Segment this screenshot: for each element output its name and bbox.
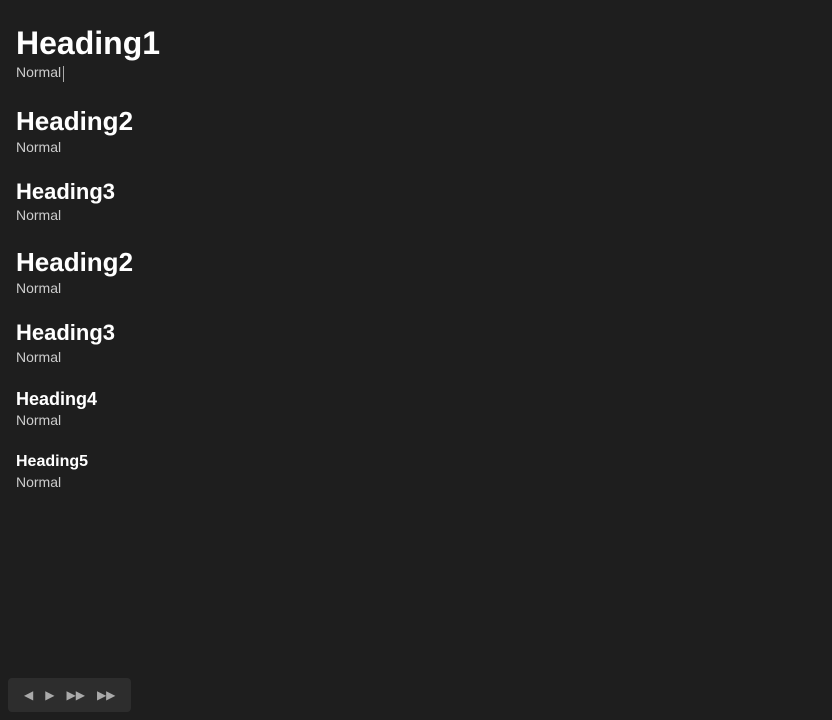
- normal-label-heading1: Normal: [16, 64, 816, 81]
- toolbar-forward-button[interactable]: ▶: [41, 686, 58, 704]
- heading-item-heading3a: Heading3 Normal: [16, 171, 816, 235]
- heading-text-heading5[interactable]: Heading5: [16, 444, 816, 471]
- heading-text-heading3a[interactable]: Heading3: [16, 171, 816, 205]
- normal-label-heading5: Normal: [16, 474, 816, 490]
- heading-item-heading3b: Heading3 Normal: [16, 312, 816, 376]
- heading-item-heading1: Heading1 Normal: [16, 16, 816, 94]
- normal-label-heading2a: Normal: [16, 139, 816, 155]
- text-cursor: [63, 66, 64, 82]
- normal-label-heading2b: Normal: [16, 280, 816, 296]
- heading-item-heading5: Heading5 Normal: [16, 444, 816, 501]
- normal-label-heading3a: Normal: [16, 207, 816, 223]
- toolbar-back-button[interactable]: ◀: [20, 686, 37, 704]
- heading-item-heading2a: Heading2 Normal: [16, 98, 816, 167]
- content-list: Heading1 Normal Heading2 Normal Heading3 Norm…: [16, 16, 816, 506]
- heading-text-heading1[interactable]: Heading1: [16, 16, 816, 62]
- heading-item-heading4: Heading4Normal: [16, 381, 816, 441]
- bottom-toolbar: ◀ ▶ ▶▶ ▶▶: [8, 678, 131, 712]
- normal-label-heading3b: Normal: [16, 349, 816, 365]
- heading-item-heading2b: Heading2 Normal: [16, 239, 816, 308]
- heading-text-heading4[interactable]: Heading4: [16, 381, 816, 411]
- toolbar-fast-forward-button[interactable]: ▶▶: [62, 686, 88, 704]
- heading-text-heading2b[interactable]: Heading2: [16, 239, 816, 278]
- heading-text-heading2a[interactable]: Heading2: [16, 98, 816, 137]
- normal-label-heading4: Normal: [16, 412, 816, 428]
- heading-text-heading3b[interactable]: Heading3: [16, 312, 816, 346]
- toolbar-end-button[interactable]: ▶▶: [93, 686, 119, 704]
